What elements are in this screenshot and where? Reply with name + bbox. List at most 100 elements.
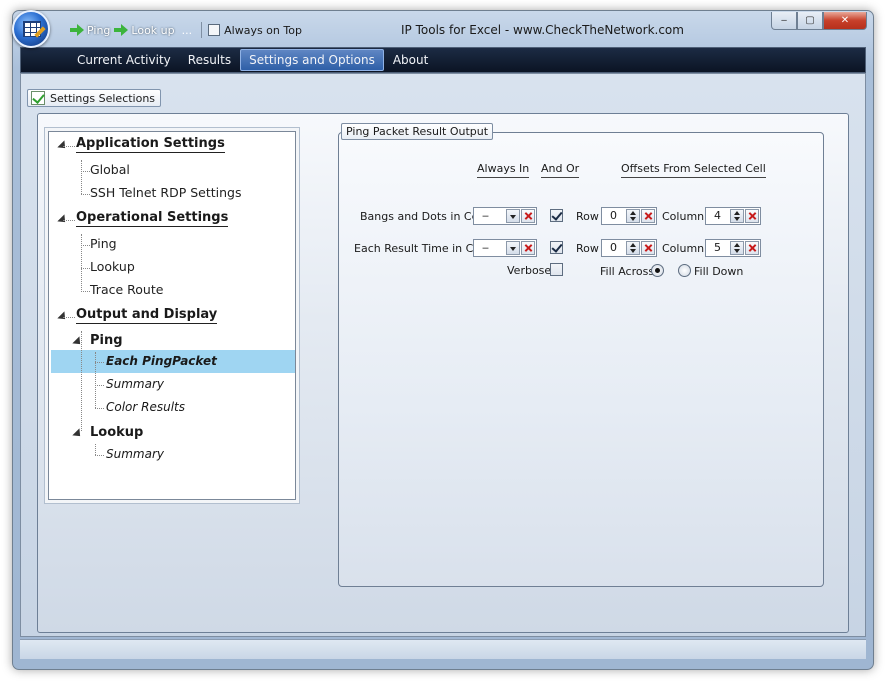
- settings-tree-frame: Application Settings Global SSH Telnet R…: [44, 127, 300, 504]
- time-column-stepper[interactable]: 5: [705, 239, 761, 257]
- settings-selections-label: Settings Selections: [50, 91, 156, 105]
- fill-across-label: Fill Across: [600, 265, 655, 278]
- menu-settings-and-options[interactable]: Settings and Options: [240, 49, 384, 71]
- menu-current-activity[interactable]: Current Activity: [69, 50, 179, 70]
- ping-quick-label: Ping: [87, 23, 111, 37]
- bangs-always-in-value: ‒: [482, 209, 489, 222]
- tree-output-lookup[interactable]: Lookup: [90, 425, 143, 440]
- tree-connector: [81, 291, 90, 292]
- tree-connector: [95, 408, 104, 409]
- bangs-and-dots-label: Bangs and Dots in Cell: [360, 210, 485, 223]
- spin-arrows-icon[interactable]: [730, 241, 744, 255]
- toolbar-divider: [201, 22, 203, 38]
- tree-connector: [81, 160, 82, 194]
- fill-down-radio[interactable]: [678, 264, 691, 277]
- bangs-column-label: Column: [662, 210, 705, 223]
- time-row-value: 0: [610, 241, 617, 254]
- quick-access-toolbar: Ping Look up ... Always on Top: [70, 19, 302, 41]
- maximize-button[interactable]: ▢: [797, 12, 823, 30]
- title-bar: Ping Look up ... Always on Top IP Tools …: [13, 11, 873, 47]
- fill-across-radio[interactable]: [651, 264, 664, 277]
- time-row-stepper[interactable]: 0: [601, 239, 657, 257]
- tree-connector: [95, 352, 96, 408]
- tree-connector: [63, 146, 75, 147]
- spin-arrows-icon[interactable]: [626, 209, 640, 223]
- tree-lookup-summary[interactable]: Summary: [106, 447, 164, 461]
- checkmark-icon: [31, 91, 45, 105]
- tree-each-ping-packet[interactable]: Each PingPacket: [106, 354, 217, 368]
- always-on-top-checkbox[interactable]: [208, 24, 221, 36]
- tree-connector: [81, 331, 82, 431]
- lookup-quick-label: Look up: [131, 23, 175, 37]
- fill-down-label: Fill Down: [694, 265, 744, 278]
- bangs-and-or-checkbox[interactable]: [550, 209, 563, 222]
- tree-trace-route[interactable]: Trace Route: [90, 282, 163, 297]
- bangs-row-value: 0: [610, 209, 617, 222]
- tree-ping[interactable]: Ping: [90, 236, 117, 251]
- each-result-time-label: Each Result Time in Cell: [354, 242, 487, 255]
- header-offsets: Offsets From Selected Cell: [621, 162, 766, 178]
- dropdown-arrow-icon[interactable]: [506, 209, 520, 223]
- green-arrow-icon: [70, 24, 84, 36]
- close-button[interactable]: ✕: [823, 12, 867, 30]
- tree-output-and-display[interactable]: Output and Display: [76, 307, 218, 324]
- time-always-in-value: ‒: [482, 241, 489, 254]
- tree-ping-summary[interactable]: Summary: [106, 377, 164, 391]
- tree-output-ping[interactable]: Ping: [90, 333, 123, 348]
- clear-x-icon[interactable]: [745, 241, 759, 255]
- green-arrow-icon: [114, 24, 129, 36]
- bangs-column-stepper[interactable]: 4: [705, 207, 761, 225]
- spin-arrows-icon[interactable]: [626, 241, 640, 255]
- window-title: IP Tools for Excel - www.CheckTheNetwork…: [401, 23, 684, 37]
- settings-selections-tab[interactable]: Settings Selections: [27, 89, 162, 107]
- bangs-row-stepper[interactable]: 0: [601, 207, 657, 225]
- tree-connector: [95, 385, 104, 386]
- verbose-label: Verbose: [507, 264, 552, 277]
- time-column-value: 5: [714, 241, 721, 254]
- time-always-in-select[interactable]: ‒: [473, 239, 537, 257]
- quick-access-overflow[interactable]: ...: [182, 24, 193, 37]
- settings-tree: Application Settings Global SSH Telnet R…: [48, 131, 296, 500]
- tree-lookup[interactable]: Lookup: [90, 259, 135, 274]
- tree-connector: [95, 455, 104, 456]
- expanded-arrow-icon[interactable]: [73, 337, 82, 346]
- menu-bar: Current Activity Results Settings and Op…: [20, 47, 866, 73]
- clear-x-icon[interactable]: [641, 241, 655, 255]
- always-on-top-label: Always on Top: [224, 23, 302, 37]
- tree-application-settings[interactable]: Application Settings: [76, 136, 225, 153]
- menu-results[interactable]: Results: [180, 50, 239, 70]
- ping-quick-button[interactable]: Ping: [70, 24, 110, 37]
- bangs-row-label: Row: [576, 210, 599, 223]
- header-and-or: And Or: [541, 162, 580, 178]
- ping-packet-output-group: [338, 132, 824, 587]
- tree-connector: [81, 194, 90, 195]
- expanded-arrow-icon[interactable]: [73, 429, 82, 438]
- tree-ssh-telnet-rdp[interactable]: SSH Telnet RDP Settings: [90, 185, 242, 200]
- bangs-column-value: 4: [714, 209, 721, 222]
- tree-color-results[interactable]: Color Results: [106, 400, 185, 414]
- lookup-quick-button[interactable]: Look up: [114, 23, 175, 37]
- tree-operational-settings[interactable]: Operational Settings: [76, 210, 229, 227]
- tree-connector: [63, 220, 75, 221]
- clear-x-icon[interactable]: [745, 209, 759, 223]
- window-controls: ‒ ▢ ✕: [771, 12, 867, 30]
- status-bar: [20, 639, 866, 659]
- spin-arrows-icon[interactable]: [730, 209, 744, 223]
- header-always-in: Always In: [477, 162, 530, 178]
- bangs-always-in-select[interactable]: ‒: [473, 207, 537, 225]
- tree-global[interactable]: Global: [90, 162, 130, 177]
- minimize-button[interactable]: ‒: [771, 12, 797, 30]
- app-menu-button[interactable]: [12, 10, 50, 48]
- time-row-label: Row: [576, 242, 599, 255]
- group-title: Ping Packet Result Output: [341, 123, 494, 140]
- tree-connector: [81, 171, 90, 172]
- verbose-checkbox[interactable]: [550, 263, 563, 276]
- clear-x-icon[interactable]: [521, 241, 535, 255]
- tree-connector: [95, 362, 104, 363]
- clear-x-icon[interactable]: [521, 209, 535, 223]
- dropdown-arrow-icon[interactable]: [506, 241, 520, 255]
- tree-connector: [81, 234, 82, 292]
- clear-x-icon[interactable]: [641, 209, 655, 223]
- menu-about[interactable]: About: [385, 50, 436, 70]
- time-and-or-checkbox[interactable]: [550, 241, 563, 254]
